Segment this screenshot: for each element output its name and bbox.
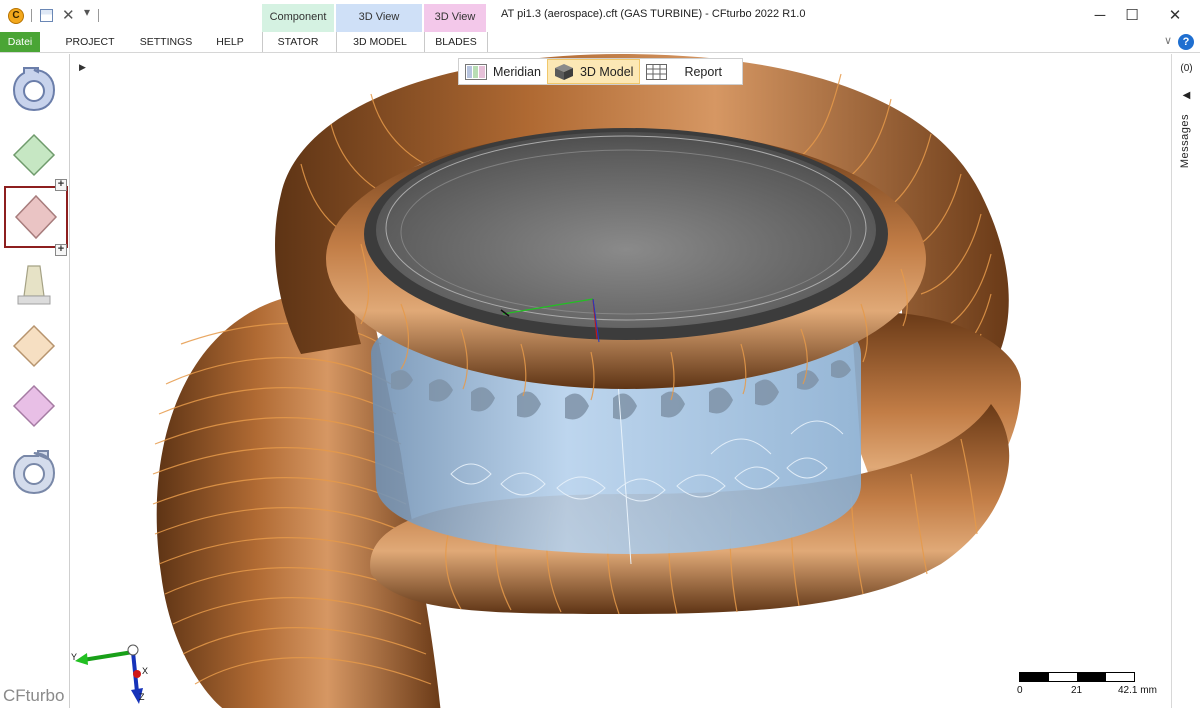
table-icon <box>646 63 668 80</box>
component-stator-pink[interactable] <box>8 380 60 432</box>
cube-icon <box>554 63 573 80</box>
window-title: AT pi1.3 (aerospace).cft (GAS TURBINE) -… <box>501 8 806 20</box>
add-component-below-icon[interactable]: + <box>55 244 67 256</box>
context-tab-3d-view-b: 3D View <box>424 4 486 32</box>
save-icon[interactable] <box>40 9 53 22</box>
scale-tick-21: 21 <box>1071 685 1083 696</box>
message-count: (0) <box>1180 63 1193 74</box>
cfturbo-logo-icon[interactable]: C <box>8 8 24 24</box>
tab-datei[interactable]: Datei <box>0 32 40 52</box>
context-tab-3d-view-a: 3D View <box>336 4 422 32</box>
meridian-icon <box>465 63 487 80</box>
close-window-button[interactable]: ✕ <box>1160 4 1190 28</box>
report-label: Report <box>684 64 722 79</box>
maximize-button[interactable]: ☐ <box>1117 4 1147 28</box>
separator <box>31 9 32 22</box>
3d-viewport[interactable]: ▶ Y X Z Meridian 3D Model Report 0 21 42… <box>71 54 1171 708</box>
expand-sidebar-icon[interactable]: ▶ <box>79 62 86 73</box>
turbine-3d-model[interactable] <box>71 54 1171 708</box>
scale-bar-graphic <box>1019 672 1135 682</box>
stator-icon <box>12 324 56 368</box>
scale-bar: 0 21 42.1 mm <box>1017 672 1167 702</box>
volute-icon <box>12 450 56 495</box>
separator <box>98 9 99 22</box>
close-project-icon[interactable]: ✕ <box>62 6 75 24</box>
orientation-triad <box>75 644 143 704</box>
component-sidebar: + + CFturbo <box>0 54 70 708</box>
component-nozzle[interactable] <box>8 260 60 312</box>
tab-settings[interactable]: SETTINGS <box>136 32 196 52</box>
separator <box>424 32 425 52</box>
tab-help[interactable]: HELP <box>210 32 250 52</box>
axis-y-label: Y <box>71 652 78 662</box>
minimize-button[interactable]: ─ <box>1085 4 1115 28</box>
title-bar: C ✕ ▾ Component 3D View 3D View AT pi1.3… <box>0 0 1200 32</box>
separator <box>336 32 337 52</box>
stator-selected-icon <box>14 194 58 240</box>
scale-tick-42: 42.1 mm <box>1118 685 1157 696</box>
tab-3d-model[interactable]: 3D MODEL <box>340 32 420 52</box>
component-stator-green[interactable] <box>8 129 60 181</box>
separator <box>262 32 263 52</box>
separator <box>487 32 488 52</box>
collapse-ribbon-icon[interactable]: ∨ <box>1164 34 1172 47</box>
cfturbo-brand: CFturbo <box>3 686 65 705</box>
tab-project[interactable]: PROJECT <box>62 32 118 52</box>
volute-icon <box>12 67 56 112</box>
customize-toolbar-icon[interactable]: ▾ <box>84 5 90 19</box>
meridian-button[interactable]: Meridian <box>459 59 547 84</box>
tab-stator[interactable]: STATOR <box>268 32 328 52</box>
component-volute[interactable] <box>8 64 60 116</box>
component-stator-orange[interactable] <box>8 320 60 372</box>
scale-tick-0: 0 <box>1017 685 1023 696</box>
view-mode-toolbar: Meridian 3D Model Report <box>458 58 743 85</box>
messages-panel[interactable]: (0) ◀ Messages <box>1171 54 1200 708</box>
stator-icon <box>12 133 56 177</box>
axis-z-label: Z <box>139 692 145 702</box>
tab-blades[interactable]: BLADES <box>428 32 484 52</box>
3d-model-label: 3D Model <box>579 64 634 79</box>
axis-x-label: X <box>142 666 149 676</box>
3d-model-button[interactable]: 3D Model <box>546 59 641 84</box>
component-stator-selected[interactable] <box>4 186 68 248</box>
expand-messages-icon[interactable]: ◀ <box>1172 90 1200 101</box>
report-button[interactable]: Report <box>640 59 728 84</box>
cfturbo-app: C ✕ ▾ Component 3D View 3D View AT pi1.3… <box>0 0 1200 708</box>
help-icon[interactable]: ? <box>1178 34 1194 50</box>
messages-label[interactable]: Messages <box>1179 114 1191 168</box>
add-component-above-icon[interactable]: + <box>55 179 67 191</box>
nozzle-icon <box>17 265 51 305</box>
meridian-label: Meridian <box>493 64 541 79</box>
component-volute-outlet[interactable] <box>8 447 60 499</box>
stator-icon <box>12 384 56 428</box>
ribbon-tab-row: Datei PROJECT SETTINGS HELP STATOR 3D MO… <box>0 32 1200 53</box>
context-tab-component: Component <box>262 4 334 32</box>
